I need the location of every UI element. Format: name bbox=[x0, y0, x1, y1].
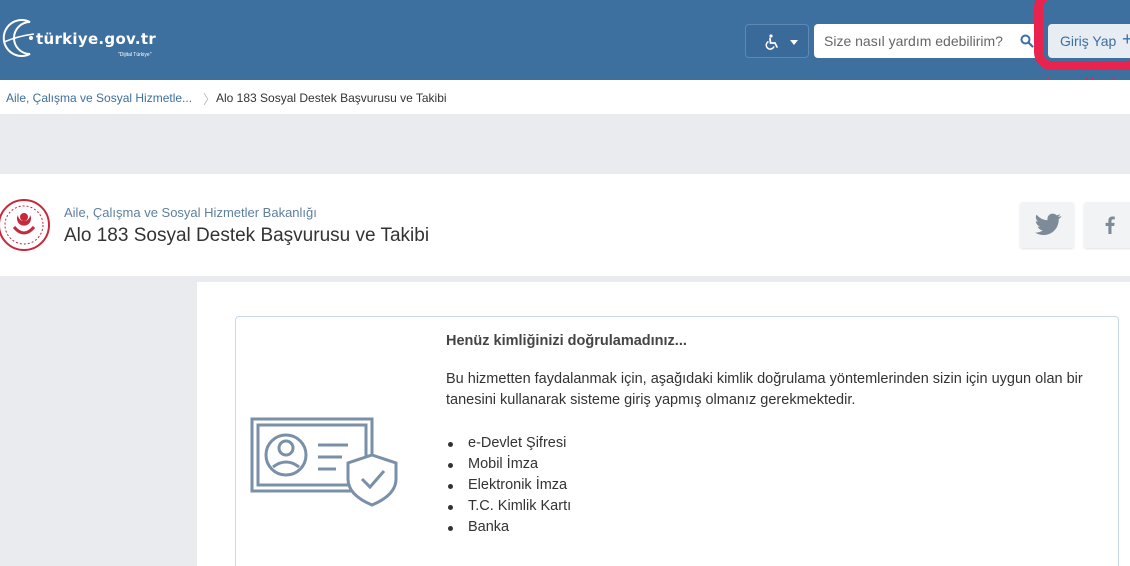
service-header: Aile, Çalışma ve Sosyal Hizmetler Bakanl… bbox=[0, 174, 1130, 276]
auth-method-e-signature: Elektronik İmza bbox=[446, 475, 571, 496]
wheelchair-icon bbox=[765, 34, 778, 50]
logo-text: türkiye.gov.tr bbox=[36, 30, 157, 48]
search-icon[interactable] bbox=[1020, 34, 1034, 48]
left-sidebar bbox=[0, 282, 197, 566]
chevron-down-icon bbox=[790, 40, 798, 45]
turkiye-gov-logo[interactable]: türkiye.gov.tr "Dijital Türkiye" bbox=[0, 12, 180, 64]
auth-method-id-card: T.C. Kimlik Kartı bbox=[446, 496, 571, 517]
facebook-share-button[interactable] bbox=[1084, 202, 1130, 248]
twitter-share-button[interactable] bbox=[1020, 202, 1074, 248]
page-title: Alo 183 Sosyal Destek Başvurusu ve Takib… bbox=[64, 225, 430, 246]
plus-icon: + bbox=[1122, 29, 1130, 49]
logo-tagline: "Dijital Türkiye" bbox=[118, 52, 152, 58]
ministry-name[interactable]: Aile, Çalışma ve Sosyal Hizmetler Bakanl… bbox=[64, 205, 317, 220]
main-content: Henüz kimliğinizi doğrulamadınız... Bu h… bbox=[197, 282, 1130, 566]
auth-notice-body: Bu hizmetten faydalanmak için, aşağıdaki… bbox=[446, 371, 1083, 408]
search-box bbox=[814, 24, 1041, 58]
auth-method-mobile-signature: Mobil İmza bbox=[446, 454, 571, 475]
search-input[interactable] bbox=[814, 24, 1014, 58]
crescent-logo-icon bbox=[2, 19, 35, 57]
top-header: türkiye.gov.tr "Dijital Türkiye" Giriş Y… bbox=[0, 0, 1130, 80]
breadcrumb: Aile, Çalışma ve Sosyal Hizmetle... 〉 Al… bbox=[0, 80, 1130, 114]
auth-method-bank: Banka bbox=[446, 517, 571, 538]
twitter-icon bbox=[1035, 213, 1062, 236]
auth-method-edevlet: e-Devlet Şifresi bbox=[446, 433, 571, 454]
login-button[interactable]: Giriş Yap + bbox=[1048, 24, 1130, 58]
id-card-shield-icon bbox=[250, 417, 398, 507]
auth-notice-card: Henüz kimliğinizi doğrulamadınız... Bu h… bbox=[235, 316, 1119, 566]
ministry-emblem-icon bbox=[0, 199, 50, 251]
facebook-icon bbox=[1105, 216, 1115, 234]
accessibility-button[interactable] bbox=[745, 24, 809, 58]
login-label: Giriş Yap bbox=[1060, 33, 1117, 49]
auth-methods-list: e-Devlet Şifresi Mobil İmza Elektronik İ… bbox=[446, 433, 571, 538]
breadcrumb-item-ministry[interactable]: Aile, Çalışma ve Sosyal Hizmetle... bbox=[6, 91, 192, 105]
breadcrumb-separator: 〉 bbox=[203, 92, 217, 107]
auth-notice-title: Henüz kimliğinizi doğrulamadınız... bbox=[446, 333, 687, 349]
breadcrumb-item-current: Alo 183 Sosyal Destek Başvurusu ve Takib… bbox=[216, 91, 447, 105]
